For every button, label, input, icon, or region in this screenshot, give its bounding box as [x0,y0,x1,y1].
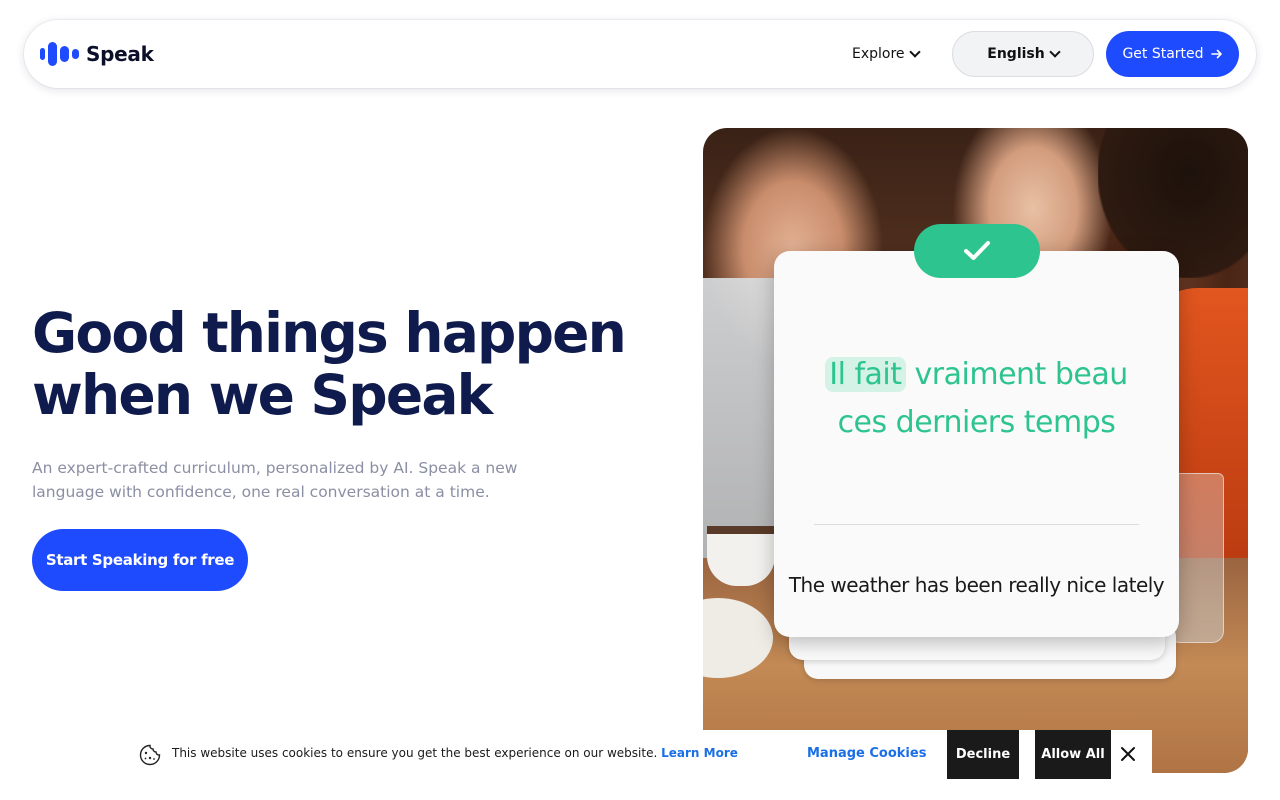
hero-title-line-2: when we Speak [32,363,493,427]
start-speaking-button[interactable]: Start Speaking for free [32,529,248,591]
checkmark-icon [964,241,990,260]
explore-label: Explore [852,46,905,62]
phrase-highlight: Il fait [825,357,906,392]
phrase-card: Il fait vraiment beau ces derniers temps… [774,251,1179,637]
phrase-rest-line-1: vraiment beau [914,357,1129,392]
speak-logo-mark-icon [40,42,79,66]
hero-subtitle: An expert-crafted curriculum, personaliz… [32,459,518,501]
photo-coffee-cup [707,526,775,586]
learn-more-link[interactable]: Learn More [661,746,738,760]
decline-button[interactable]: Decline [947,730,1019,779]
language-label: English [987,46,1045,62]
get-started-label: Get Started [1122,46,1204,62]
language-selector[interactable]: English [952,31,1094,77]
speak-logo[interactable]: Speak [40,40,154,68]
card-divider [814,524,1139,525]
arrow-right-icon [1210,49,1222,59]
hero-photo: Il fait vraiment beau ces derniers temps… [703,128,1248,773]
explore-menu[interactable]: Explore [852,41,921,67]
correct-badge [914,224,1040,278]
brand-name: Speak [86,42,154,66]
close-icon[interactable] [1118,744,1138,764]
allow-all-button[interactable]: Allow All [1035,730,1111,779]
french-phrase: Il fait vraiment beau ces derniers temps [774,351,1179,447]
chevron-down-icon [1049,46,1061,58]
phrase-line-2: ces derniers temps [837,405,1116,440]
english-translation: The weather has been really nice lately [788,573,1165,597]
cookie-icon [139,744,161,766]
get-started-button[interactable]: Get Started [1106,31,1239,77]
cookie-banner: This website uses cookies to ensure you … [128,730,1152,779]
chevron-down-icon [908,46,921,58]
top-navbar: Speak Explore English Get Started [24,20,1256,88]
hero-title: Good things happen when we Speak [32,302,652,426]
manage-cookies-link[interactable]: Manage Cookies [807,746,926,761]
cookie-message: This website uses cookies to ensure you … [172,746,738,760]
cookie-message-text: This website uses cookies to ensure you … [172,746,658,760]
hero-title-line-1: Good things happen [32,301,627,365]
